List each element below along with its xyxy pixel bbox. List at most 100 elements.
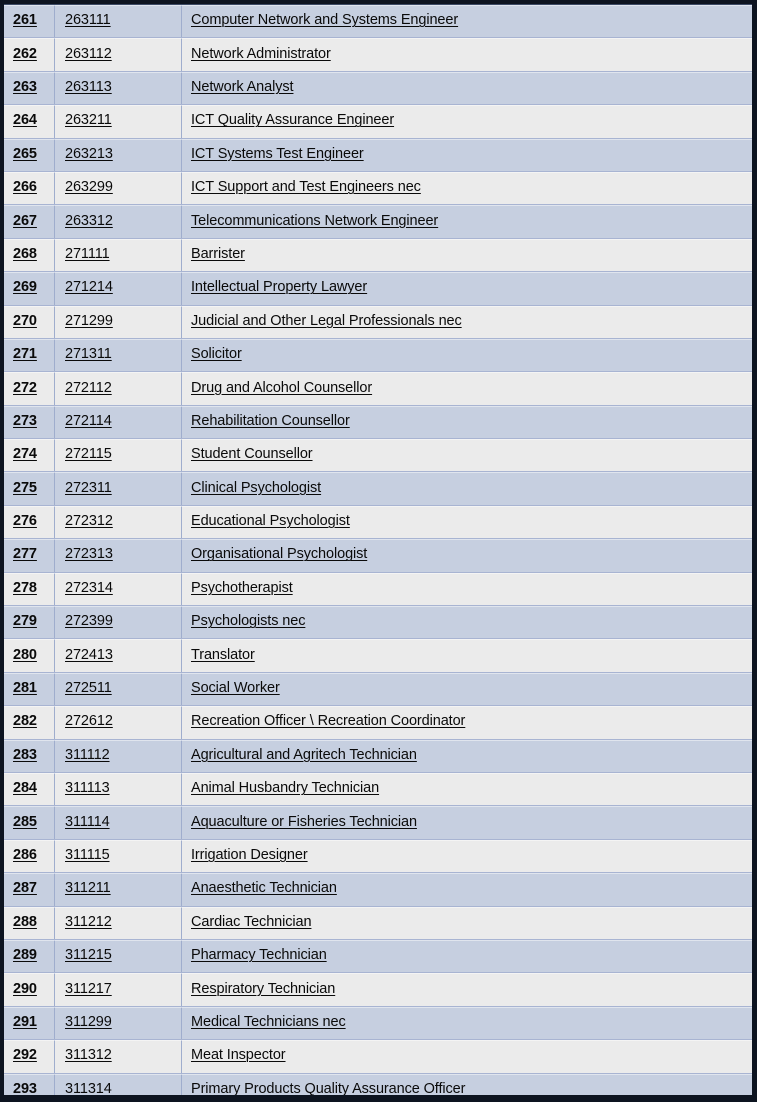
table-row[interactable]: 279 272399 Psychologists nec bbox=[4, 606, 752, 640]
row-index-label: 268 bbox=[13, 245, 37, 262]
cell-anzsco-code: 263112 bbox=[55, 38, 182, 71]
table-row[interactable]: 263 263113 Network Analyst bbox=[4, 71, 752, 106]
table-row[interactable]: 281 272511 Social Worker bbox=[4, 672, 752, 707]
table-row[interactable]: 268 271111 Barrister bbox=[4, 238, 752, 273]
anzsco-code-label: 311114 bbox=[65, 813, 110, 830]
cell-occupation: Clinical Psychologist bbox=[182, 472, 752, 504]
anzsco-code-label: 311314 bbox=[65, 1080, 112, 1095]
occupation-label: Meat Inspector bbox=[191, 1047, 286, 1064]
row-index-label: 280 bbox=[13, 646, 37, 663]
cell-anzsco-code: 263111 bbox=[55, 5, 182, 38]
cell-anzsco-code: 271299 bbox=[55, 305, 182, 338]
table-row[interactable]: 269 271214 Intellectual Property Lawyer bbox=[4, 272, 752, 306]
occupation-label: Anaesthetic Technician bbox=[191, 880, 337, 897]
occupation-table: 261 263111 Computer Network and Systems En… bbox=[4, 4, 752, 1095]
anzsco-code-label: 263299 bbox=[65, 179, 113, 196]
cell-occupation: Translator bbox=[182, 639, 752, 671]
anzsco-code-label: 272312 bbox=[65, 513, 113, 530]
cell-anzsco-code: 311215 bbox=[55, 939, 182, 973]
cell-anzsco-code: 311114 bbox=[55, 806, 182, 839]
table-row[interactable]: 288 311212 Cardiac Technician bbox=[4, 906, 752, 940]
cell-occupation: Rehabilitation Counsellor bbox=[182, 406, 752, 438]
cell-anzsco-code: 271311 bbox=[55, 338, 182, 372]
cell-anzsco-code: 263113 bbox=[55, 71, 182, 105]
cell-occupation: Respiratory Technician bbox=[182, 973, 752, 1005]
cell-occupation: Computer Network and Systems Engineer bbox=[182, 5, 752, 37]
anzsco-code-label: 263111 bbox=[65, 12, 111, 29]
cell-occupation: Anaesthetic Technician bbox=[182, 873, 752, 905]
cell-occupation: Agricultural and Agritech Technician bbox=[182, 740, 752, 772]
table-row[interactable]: 272 272112 Drug and Alcohol Counsellor bbox=[4, 372, 752, 406]
cell-index: 264 bbox=[4, 105, 55, 138]
table-row[interactable]: 262 263112 Network Administrator bbox=[4, 38, 752, 72]
cell-occupation: Educational Psychologist bbox=[182, 506, 752, 538]
table-row[interactable]: 276 272312 Educational Psychologist bbox=[4, 505, 752, 540]
cell-index: 293 bbox=[4, 1073, 55, 1095]
table-row[interactable]: 282 272612 Recreation Officer \ Recreation… bbox=[4, 706, 752, 740]
table-row[interactable]: 271 271311 Solicitor bbox=[4, 338, 752, 373]
occupation-label: Network Analyst bbox=[191, 79, 294, 95]
row-index-label: 286 bbox=[13, 846, 37, 863]
table-row[interactable]: 284 311113 Animal Husbandry Technician bbox=[4, 772, 752, 807]
occupation-label: ICT Support and Test Engineers nec bbox=[191, 179, 421, 196]
occupation-label: Animal Husbandry Technician bbox=[191, 780, 380, 797]
cell-anzsco-code: 272115 bbox=[55, 439, 182, 472]
anzsco-code-label: 272399 bbox=[65, 613, 113, 630]
table-row[interactable]: 278 272314 Psychotherapist bbox=[4, 572, 752, 607]
cell-anzsco-code: 263211 bbox=[55, 105, 182, 138]
cell-index: 274 bbox=[4, 439, 55, 472]
anzsco-code-label: 272115 bbox=[65, 446, 112, 463]
row-index-label: 285 bbox=[13, 813, 37, 830]
occupation-label: Judicial and Other Legal Professionals n… bbox=[191, 312, 462, 329]
occupation-label: Cardiac Technician bbox=[191, 913, 312, 930]
table-row[interactable]: 291 311299 Medical Technicians nec bbox=[4, 1006, 752, 1041]
row-index-label: 275 bbox=[13, 479, 37, 496]
table-row[interactable]: 267 263312 Telecommunications Network Engi… bbox=[4, 205, 752, 239]
occupation-label: Aquaculture or Fisheries Technician bbox=[191, 813, 417, 830]
table-row[interactable]: 273 272114 Rehabilitation Counsellor bbox=[4, 405, 752, 440]
cell-anzsco-code: 311299 bbox=[55, 1006, 182, 1040]
occupation-label: Respiratory Technician bbox=[191, 980, 336, 997]
cell-index: 291 bbox=[4, 1006, 55, 1040]
cell-index: 279 bbox=[4, 606, 55, 639]
row-index-label: 271 bbox=[13, 346, 37, 363]
cell-occupation: Cardiac Technician bbox=[182, 907, 752, 939]
cell-anzsco-code: 311211 bbox=[55, 873, 182, 906]
cell-occupation: Pharmacy Technician bbox=[182, 940, 752, 972]
cell-anzsco-code: 311312 bbox=[55, 1040, 182, 1073]
table-row[interactable]: 292 311312 Meat Inspector bbox=[4, 1040, 752, 1074]
cell-occupation: Telecommunications Network Engineer bbox=[182, 205, 752, 237]
row-index-label: 279 bbox=[13, 613, 37, 630]
table-row[interactable]: 277 272313 Organisational Psychologist bbox=[4, 539, 752, 573]
table-row[interactable]: 265 263213 ICT Systems Test Engineer bbox=[4, 138, 752, 172]
occupation-label: Student Counsellor bbox=[191, 446, 313, 463]
anzsco-code-label: 311212 bbox=[65, 913, 112, 930]
table-row[interactable]: 270 271299 Judicial and Other Legal Profes… bbox=[4, 305, 752, 339]
cell-anzsco-code: 271214 bbox=[55, 272, 182, 305]
cell-anzsco-code: 311212 bbox=[55, 906, 182, 939]
table-row[interactable]: 275 272311 Clinical Psychologist bbox=[4, 472, 752, 506]
cell-anzsco-code: 263299 bbox=[55, 171, 182, 205]
table-row[interactable]: 285 311114 Aquaculture or Fisheries Techni… bbox=[4, 806, 752, 840]
table-row[interactable]: 274 272115 Student Counsellor bbox=[4, 439, 752, 473]
table-row[interactable]: 261 263111 Computer Network and Systems En… bbox=[4, 5, 752, 39]
occupation-label: Barrister bbox=[191, 245, 245, 262]
cell-anzsco-code: 272311 bbox=[55, 472, 182, 505]
table-row[interactable]: 280 272413 Translator bbox=[4, 639, 752, 673]
table-row[interactable]: 264 263211 ICT Quality Assurance Engineer bbox=[4, 105, 752, 139]
table-row[interactable]: 266 263299 ICT Support and Test Engineers … bbox=[4, 171, 752, 206]
table-row[interactable]: 290 311217 Respiratory Technician bbox=[4, 973, 752, 1007]
cell-index: 266 bbox=[4, 171, 55, 205]
anzsco-code-label: 272314 bbox=[65, 579, 113, 596]
table-row[interactable]: 289 311215 Pharmacy Technician bbox=[4, 939, 752, 974]
table-row[interactable]: 286 311115 Irrigation Designer bbox=[4, 839, 752, 874]
occupation-label: Medical Technicians nec bbox=[191, 1013, 346, 1030]
table-row[interactable]: 293 311314 Primary Products Quality Assura… bbox=[4, 1073, 752, 1095]
cell-anzsco-code: 263312 bbox=[55, 205, 182, 238]
table-row[interactable]: 283 311112 Agricultural and Agritech Techn… bbox=[4, 739, 752, 773]
anzsco-code-label: 311113 bbox=[65, 780, 110, 797]
table-row[interactable]: 287 311211 Anaesthetic Technician bbox=[4, 873, 752, 907]
occupation-label: Computer Network and Systems Engineer bbox=[191, 12, 459, 29]
cell-anzsco-code: 272114 bbox=[55, 405, 182, 439]
occupation-label: Agricultural and Agritech Technician bbox=[191, 746, 417, 763]
